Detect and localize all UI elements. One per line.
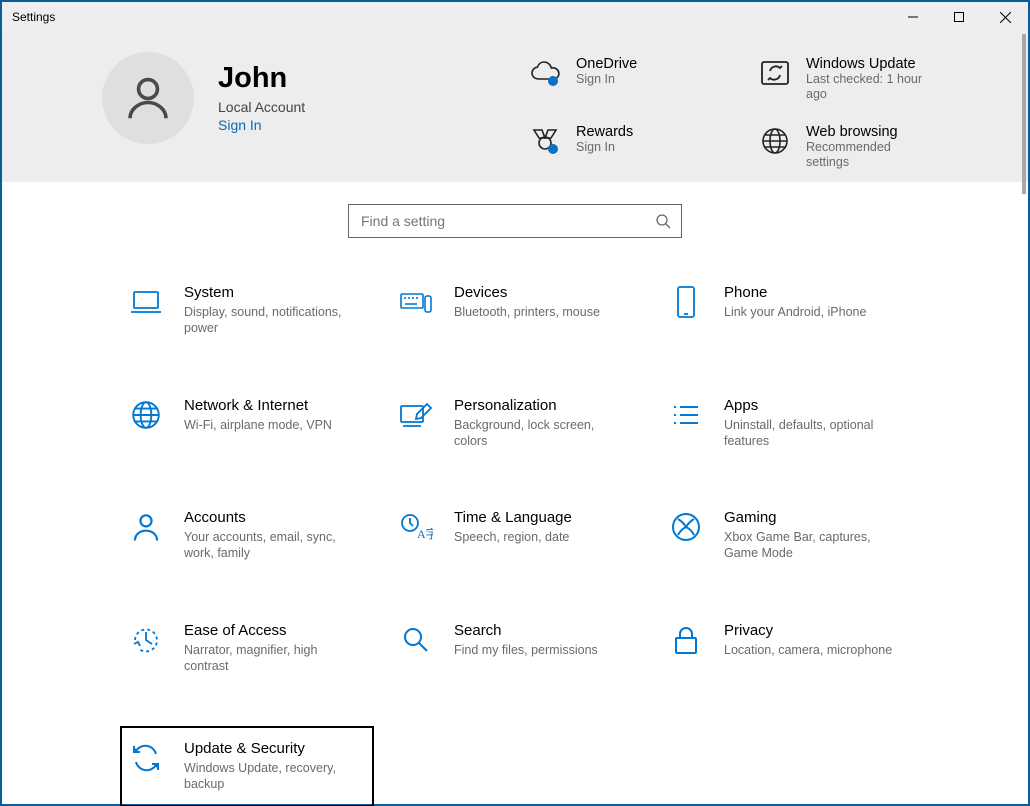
- category-personalization[interactable]: Personalization Background, lock screen,…: [392, 391, 660, 456]
- search-box[interactable]: [348, 204, 682, 238]
- category-accounts[interactable]: Accounts Your accounts, email, sync, wor…: [122, 503, 390, 568]
- category-phone-sub: Link your Android, iPhone: [724, 304, 866, 320]
- search-input[interactable]: [359, 212, 655, 230]
- category-apps-sub: Uninstall, defaults, optional features: [724, 417, 894, 450]
- globe-icon: [758, 124, 792, 158]
- category-phone[interactable]: Phone Link your Android, iPhone: [662, 278, 930, 343]
- quick-windows-update[interactable]: Windows Update Last checked: 1 hour ago: [758, 56, 968, 114]
- close-button[interactable]: [982, 2, 1028, 32]
- quick-rewards-title: Rewards: [576, 124, 633, 140]
- time-language-icon: A字: [398, 509, 434, 545]
- category-personalization-title: Personalization: [454, 397, 624, 414]
- profile-signin-link[interactable]: Sign In: [218, 117, 305, 133]
- quick-rewards[interactable]: Rewards Sign In: [528, 124, 738, 182]
- sync-icon: [758, 56, 792, 90]
- quick-status-panel: OneDrive Sign In Windows Update Last che…: [528, 56, 968, 182]
- category-update-sub: Windows Update, recovery, backup: [184, 760, 354, 793]
- cloud-icon: [528, 56, 562, 90]
- profile-account-type: Local Account: [218, 99, 305, 115]
- paint-icon: [398, 397, 434, 433]
- scrollbar[interactable]: [1022, 34, 1026, 802]
- account-header: John Local Account Sign In OneDrive Sign…: [2, 32, 1028, 182]
- quick-onedrive-sub: Sign In: [576, 72, 637, 87]
- medal-icon: [528, 124, 562, 158]
- quick-onedrive-title: OneDrive: [576, 56, 637, 72]
- category-phone-title: Phone: [724, 284, 866, 301]
- category-search-sub: Find my files, permissions: [454, 642, 598, 658]
- category-system-title: System: [184, 284, 354, 301]
- minimize-button[interactable]: [890, 2, 936, 32]
- lock-icon: [668, 622, 704, 658]
- quick-web-title: Web browsing: [806, 124, 936, 140]
- phone-icon: [668, 284, 704, 320]
- category-accounts-title: Accounts: [184, 509, 354, 526]
- list-icon: [668, 397, 704, 433]
- search-icon: [655, 213, 671, 229]
- profile-name: John: [218, 63, 305, 95]
- category-time-language[interactable]: A字 Time & Language Speech, region, date: [392, 503, 660, 568]
- category-gaming-sub: Xbox Game Bar, captures, Game Mode: [724, 529, 894, 562]
- category-ease-of-access[interactable]: Ease of Access Narrator, magnifier, high…: [122, 616, 390, 681]
- window-controls: [890, 2, 1028, 32]
- sync-arrows-icon: [128, 740, 164, 776]
- window-title: Settings: [12, 10, 55, 24]
- laptop-icon: [128, 284, 164, 320]
- maximize-button[interactable]: [936, 2, 982, 32]
- keyboard-icon: [398, 284, 434, 320]
- category-accounts-sub: Your accounts, email, sync, work, family: [184, 529, 354, 562]
- category-update-title: Update & Security: [184, 740, 354, 757]
- quick-update-title: Windows Update: [806, 56, 936, 72]
- category-apps-title: Apps: [724, 397, 894, 414]
- settings-category-grid: System Display, sound, notifications, po…: [2, 278, 942, 805]
- xbox-icon: [668, 509, 704, 545]
- avatar: [102, 52, 194, 144]
- category-devices-title: Devices: [454, 284, 600, 301]
- quick-rewards-sub: Sign In: [576, 140, 633, 155]
- category-privacy[interactable]: Privacy Location, camera, microphone: [662, 616, 930, 681]
- scrollbar-thumb[interactable]: [1022, 34, 1026, 194]
- category-apps[interactable]: Apps Uninstall, defaults, optional featu…: [662, 391, 930, 456]
- category-time-sub: Speech, region, date: [454, 529, 572, 545]
- category-system-sub: Display, sound, notifications, power: [184, 304, 354, 337]
- quick-onedrive[interactable]: OneDrive Sign In: [528, 56, 738, 114]
- category-search-title: Search: [454, 622, 598, 639]
- ease-of-access-icon: [128, 622, 164, 658]
- category-gaming-title: Gaming: [724, 509, 894, 526]
- category-privacy-sub: Location, camera, microphone: [724, 642, 892, 658]
- category-system[interactable]: System Display, sound, notifications, po…: [122, 278, 390, 343]
- category-network-title: Network & Internet: [184, 397, 332, 414]
- category-update-security[interactable]: Update & Security Windows Update, recove…: [122, 728, 372, 805]
- category-time-title: Time & Language: [454, 509, 572, 526]
- person-icon: [128, 509, 164, 545]
- category-privacy-title: Privacy: [724, 622, 892, 639]
- category-gaming[interactable]: Gaming Xbox Game Bar, captures, Game Mod…: [662, 503, 930, 568]
- person-icon: [121, 71, 175, 125]
- quick-web-browsing[interactable]: Web browsing Recommended settings: [758, 124, 968, 182]
- category-network[interactable]: Network & Internet Wi-Fi, airplane mode,…: [122, 391, 390, 456]
- category-ease-title: Ease of Access: [184, 622, 354, 639]
- search-icon: [398, 622, 434, 658]
- quick-update-sub: Last checked: 1 hour ago: [806, 72, 936, 102]
- category-network-sub: Wi-Fi, airplane mode, VPN: [184, 417, 332, 433]
- profile-block[interactable]: John Local Account Sign In: [102, 52, 462, 144]
- title-bar: Settings: [2, 2, 1028, 32]
- quick-web-sub: Recommended settings: [806, 140, 936, 170]
- category-personalization-sub: Background, lock screen, colors: [454, 417, 624, 450]
- category-search[interactable]: Search Find my files, permissions: [392, 616, 660, 681]
- globe-icon: [128, 397, 164, 433]
- category-ease-sub: Narrator, magnifier, high contrast: [184, 642, 354, 675]
- category-devices[interactable]: Devices Bluetooth, printers, mouse: [392, 278, 660, 343]
- category-devices-sub: Bluetooth, printers, mouse: [454, 304, 600, 320]
- svg-text:A字: A字: [417, 526, 433, 541]
